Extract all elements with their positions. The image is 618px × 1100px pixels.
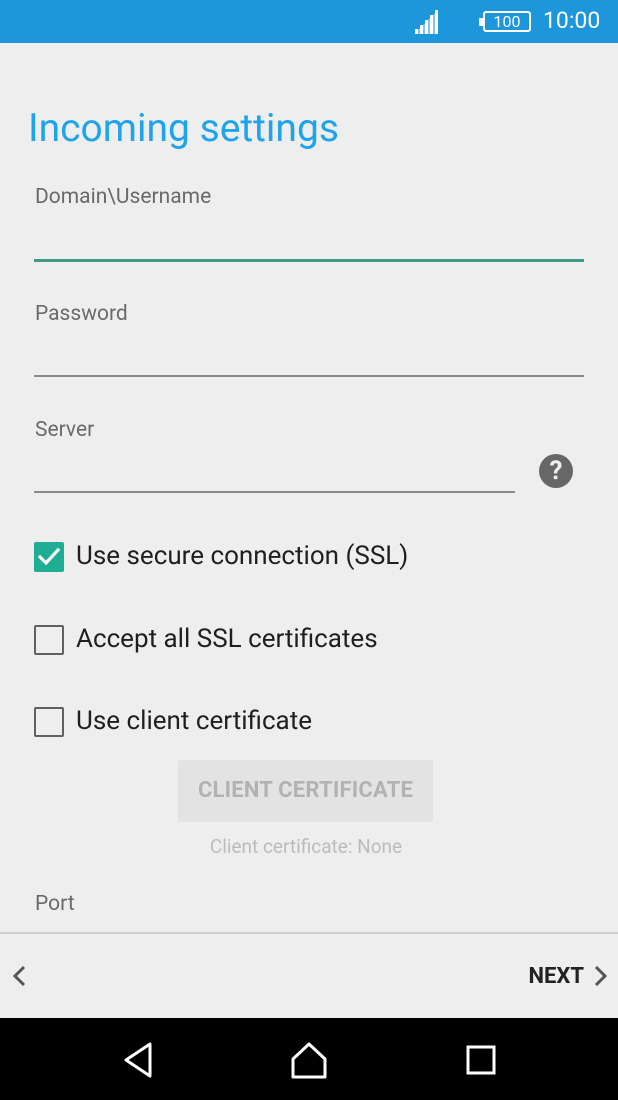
status-bar: 100 10:00	[0, 0, 618, 43]
ssl-checkbox-label: Use secure connection (SSL)	[76, 541, 409, 571]
password-label: Password	[35, 302, 128, 326]
home-icon[interactable]	[290, 1040, 328, 1080]
server-label: Server	[35, 418, 95, 442]
password-field[interactable]	[34, 375, 584, 377]
checkmark-icon	[37, 547, 61, 566]
username-label: Domain\Username	[35, 185, 212, 209]
battery-icon: 100	[479, 11, 531, 32]
client-certificate-status: Client certificate: None	[209, 835, 403, 858]
next-button[interactable]: NEXT	[529, 934, 609, 1018]
client-cert-checkbox[interactable]	[34, 707, 64, 737]
recent-apps-icon[interactable]	[465, 1040, 497, 1080]
accept-ssl-checkbox-label: Accept all SSL certificates	[76, 624, 378, 654]
signal-icon	[414, 10, 438, 34]
next-label: NEXT	[528, 963, 585, 989]
back-chevron-icon[interactable]	[10, 964, 30, 988]
navigation-bar	[0, 1018, 618, 1100]
bottom-bar: NEXT	[0, 934, 618, 1018]
page-title: Incoming settings	[28, 105, 339, 151]
chevron-right-icon	[594, 965, 608, 987]
accept-ssl-checkbox[interactable]	[34, 625, 64, 655]
client-certificate-button[interactable]: CLIENT CERTIFICATE	[178, 760, 433, 822]
help-icon[interactable]: ?	[539, 454, 573, 488]
client-cert-checkbox-label: Use client certificate	[76, 706, 312, 736]
server-field[interactable]	[34, 491, 515, 493]
status-time: 10:00	[543, 7, 601, 34]
back-icon[interactable]	[120, 1040, 156, 1080]
ssl-checkbox[interactable]	[34, 542, 64, 572]
username-field[interactable]	[34, 259, 584, 262]
port-label: Port	[35, 892, 75, 916]
